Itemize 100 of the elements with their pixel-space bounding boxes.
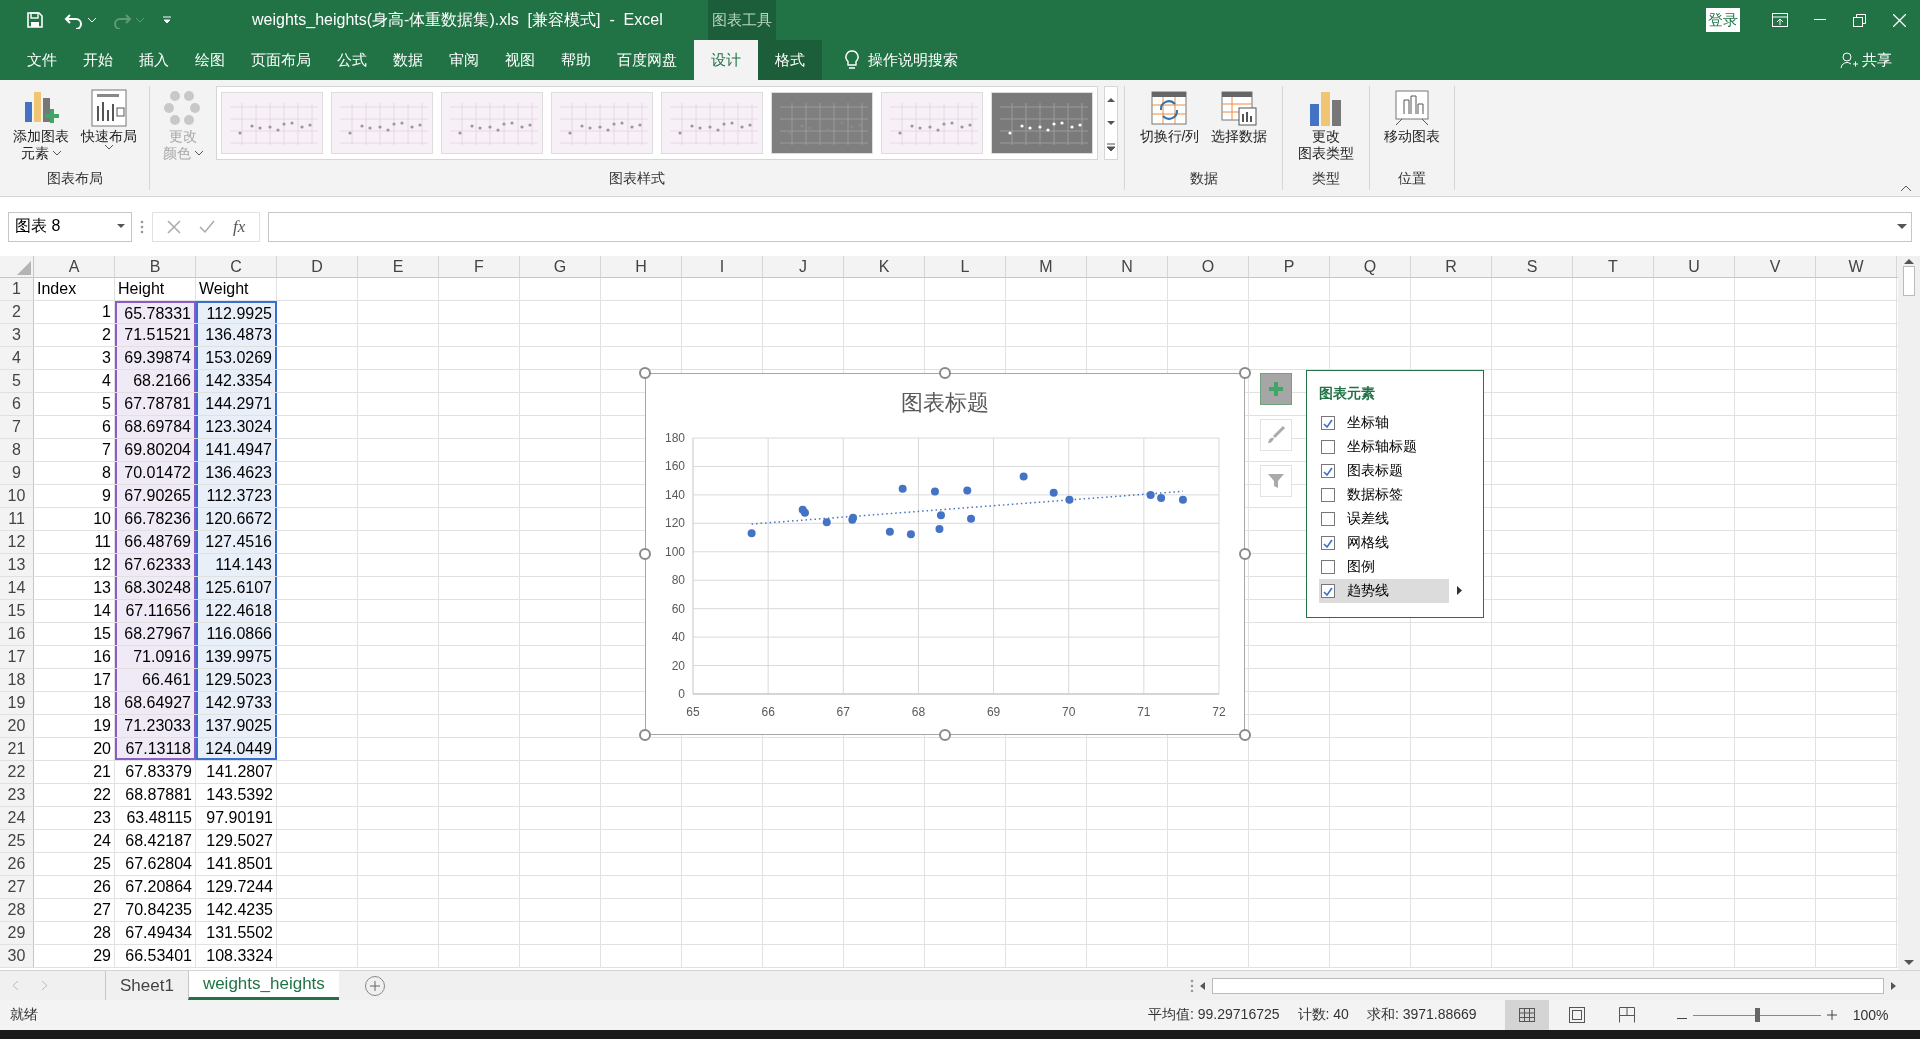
checkbox[interactable] (1321, 512, 1335, 526)
scrollbar-thumb[interactable] (1212, 977, 1884, 994)
row-header[interactable]: 29 (0, 922, 34, 944)
row-header[interactable]: 7 (0, 416, 34, 438)
row-header[interactable]: 26 (0, 853, 34, 875)
checkbox[interactable] (1321, 464, 1335, 478)
ribbon-tab[interactable]: 设计 (694, 40, 758, 80)
checkbox[interactable] (1321, 536, 1335, 550)
row-header[interactable]: 4 (0, 347, 34, 369)
column-header[interactable]: R (1411, 256, 1492, 277)
check-icon[interactable] (199, 219, 215, 234)
row-header[interactable]: 15 (0, 600, 34, 622)
row-header[interactable]: 6 (0, 393, 34, 415)
row-header[interactable]: 1 (0, 278, 34, 300)
share-button[interactable]: 共享 (1834, 40, 1898, 80)
column-header[interactable]: L (925, 256, 1006, 277)
column-header[interactable]: G (520, 256, 601, 277)
row-header[interactable]: 27 (0, 876, 34, 898)
zoom-level[interactable]: 100% (1852, 1007, 1889, 1023)
formula-input[interactable] (268, 211, 1912, 242)
save-icon[interactable] (26, 11, 44, 29)
ribbon-button[interactable]: 选择数据 (1208, 86, 1271, 147)
column-header[interactable]: P (1249, 256, 1330, 277)
column-header[interactable]: I (682, 256, 763, 277)
row-header[interactable]: 28 (0, 899, 34, 921)
row-header[interactable]: 3 (0, 324, 34, 346)
column-header[interactable]: K (844, 256, 925, 277)
ribbon-tab[interactable]: 帮助 (548, 40, 604, 80)
resize-handle[interactable] (639, 729, 651, 741)
resize-handle[interactable] (1239, 367, 1251, 379)
column-header[interactable]: H (601, 256, 682, 277)
ribbon-tab[interactable]: 文件 (14, 40, 70, 80)
row-header[interactable]: 11 (0, 508, 34, 530)
tell-me-search[interactable]: 操作说明搜索 (868, 50, 958, 70)
row-header[interactable]: 21 (0, 738, 34, 760)
scroll-up-icon[interactable] (1904, 258, 1914, 264)
scrollbar-thumb[interactable] (1903, 266, 1915, 296)
resize-handle[interactable] (639, 367, 651, 379)
chart-element-option[interactable]: 坐标轴 (1319, 411, 1471, 435)
column-header[interactable]: O (1168, 256, 1249, 277)
chart-style-thumbnail[interactable] (441, 92, 543, 154)
scroll-down-icon[interactable] (1904, 960, 1914, 966)
column-header[interactable]: N (1087, 256, 1168, 277)
checkbox[interactable] (1321, 584, 1335, 598)
column-header[interactable]: B (115, 256, 196, 277)
column-header[interactable]: F (439, 256, 520, 277)
chart-style-thumbnail[interactable] (551, 92, 653, 154)
row-header[interactable]: 5 (0, 370, 34, 392)
row-header[interactable]: 23 (0, 784, 34, 806)
ribbon-tab[interactable]: 公式 (324, 40, 380, 80)
chart-element-option[interactable]: 误差线 (1319, 507, 1471, 531)
chart-style-thumbnail[interactable] (771, 92, 873, 154)
sheet-tab[interactable]: weights_heights (187, 971, 339, 1000)
ribbon-tab[interactable]: 开始 (70, 40, 126, 80)
chart-area[interactable]: 图表标题 0 20 40 60 80 100 120 140 160 180 65 66 67 68 69 70 71 72 (645, 373, 1245, 735)
row-header[interactable]: 20 (0, 715, 34, 737)
undo-icon[interactable] (64, 11, 84, 29)
ribbon-button[interactable]: 移动图表 (1381, 86, 1443, 147)
column-header[interactable]: A (34, 256, 115, 277)
insert-function-button[interactable]: fx (233, 216, 246, 237)
row-header[interactable]: 12 (0, 531, 34, 553)
ribbon-button[interactable]: 添加图表 元素 (9, 86, 72, 164)
chart-element-option[interactable]: 数据标签 (1319, 483, 1471, 507)
collapse-ribbon-icon[interactable] (1900, 185, 1912, 192)
ribbon-tab[interactable]: 百度网盘 (604, 40, 690, 80)
column-header[interactable]: M (1006, 256, 1087, 277)
checkbox[interactable] (1321, 488, 1335, 502)
column-header[interactable]: E (358, 256, 439, 277)
column-header[interactable]: D (277, 256, 358, 277)
sign-in-button[interactable]: 登录 (1705, 8, 1740, 32)
row-header[interactable]: 14 (0, 577, 34, 599)
chart-element-option[interactable]: 图例 (1319, 555, 1471, 579)
row-header[interactable]: 18 (0, 669, 34, 691)
resize-handle[interactable] (639, 548, 651, 560)
row-header[interactable]: 2 (0, 301, 34, 323)
row-header[interactable]: 25 (0, 830, 34, 852)
column-header[interactable]: Q (1330, 256, 1411, 277)
row-header[interactable]: 16 (0, 623, 34, 645)
redo-icon[interactable] (112, 11, 132, 29)
ribbon-button[interactable]: 快速布局 (77, 86, 140, 152)
chart-style-thumbnail[interactable] (661, 92, 763, 154)
resize-handle[interactable] (1239, 729, 1251, 741)
column-header[interactable]: J (763, 256, 844, 277)
column-header[interactable]: T (1573, 256, 1654, 277)
ribbon-tab[interactable]: 审阅 (436, 40, 492, 80)
checkbox[interactable] (1321, 560, 1335, 574)
ribbon-tab[interactable]: 格式 (758, 40, 822, 80)
row-header[interactable]: 9 (0, 462, 34, 484)
column-header[interactable]: W (1816, 256, 1897, 277)
column-header[interactable]: C (196, 256, 277, 277)
chart-style-thumbnail[interactable] (221, 92, 323, 154)
chart-element-option[interactable]: 图表标题 (1319, 459, 1471, 483)
ribbon-tab[interactable]: 数据 (380, 40, 436, 80)
ribbon-button[interactable]: 切换行/列 (1136, 86, 1203, 147)
chart-element-option[interactable]: 网格线 (1319, 531, 1471, 555)
row-header[interactable]: 30 (0, 945, 34, 967)
checkbox[interactable] (1321, 440, 1335, 454)
resize-handle[interactable] (939, 367, 951, 379)
chart-style-thumbnail[interactable] (881, 92, 983, 154)
chart-style-thumbnail[interactable] (991, 92, 1093, 154)
